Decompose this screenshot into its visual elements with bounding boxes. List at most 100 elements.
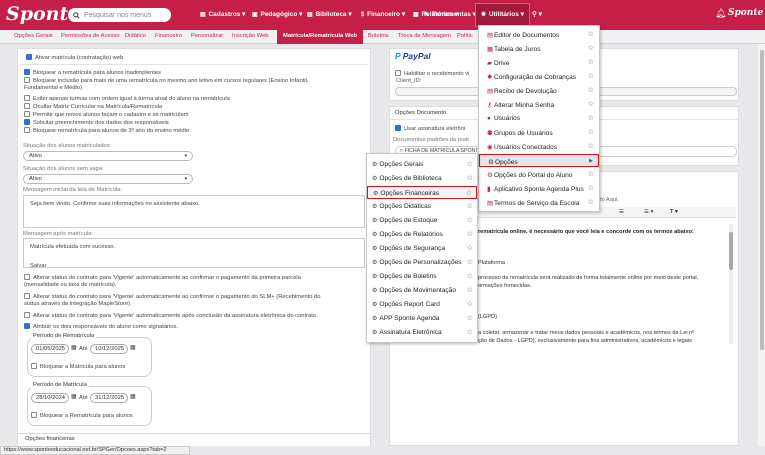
- termos-scroll-thumb[interactable]: [729, 232, 733, 270]
- submenu-opcoes-gerais[interactable]: ⚙ Opções Gerais ☆: [367, 158, 477, 171]
- star-icon[interactable]: ☆: [467, 300, 473, 308]
- submenu-opcoes-estoque[interactable]: ⚙ Opções de Estoque ☆: [367, 214, 477, 227]
- tab-troca-mensagem[interactable]: Troca de Mensagem: [398, 33, 451, 39]
- check-inclusao[interactable]: Bloquear inclusão para mais de uma remat…: [24, 77, 309, 84]
- submenu-opcoes-didaticas[interactable]: ⚙ Opções Didáticas ☆: [367, 200, 477, 213]
- nav-biblioteca[interactable]: ▥ Biblioteca ▾: [307, 10, 352, 18]
- msg-apos-textarea[interactable]: Matrícula efetuada com sucesso. Salvar: [23, 238, 365, 269]
- submenu-opcoes-financeiras[interactable]: ⚙ Opções Financeiras ☆: [367, 186, 477, 199]
- menu-recibo-devolucao[interactable]: ▤Recibo de Devolução ☆: [479, 84, 599, 97]
- check-matriz[interactable]: Ocultar Matriz Curricular na Matrícula/R…: [24, 103, 162, 110]
- rematricula-end-date[interactable]: 10/12/2025: [90, 344, 128, 354]
- tab-financeiro[interactable]: Financeiro: [155, 33, 182, 39]
- menu-portal-aluno[interactable]: ⚙Opções do Portal do Aluno ☆: [479, 168, 599, 181]
- align-icon[interactable]: ☰ ▾: [644, 209, 653, 215]
- star-icon[interactable]: ☆: [467, 286, 473, 294]
- situacao-matriculados-select[interactable]: Ativo ▾: [23, 151, 193, 161]
- menu-alterar-senha[interactable]: ⚷ Alterar Minha Senha ☆: [479, 98, 599, 111]
- nav-financeiro[interactable]: $ Financeiro ▾: [361, 10, 405, 18]
- check-novos-alunos[interactable]: Permitir que novos alunos façam o cadast…: [24, 111, 189, 118]
- check-vigente-assinatura[interactable]: Alterar status do contrato para 'Vigente…: [24, 312, 318, 319]
- submenu-opcoes-boletins[interactable]: ⚙ Opções de Boletins ☆: [367, 270, 477, 283]
- submenu-opcoes-seguranca[interactable]: ⚙ Opções de Segurança ☆: [367, 242, 477, 255]
- submenu-opcoes-report-card[interactable]: ⚙ Opções Report Card ☆: [367, 298, 477, 311]
- search-input[interactable]: Pesquisar nos menus: [84, 12, 151, 19]
- situacao-sem-vaga-select[interactable]: Ativo ▾: [23, 174, 193, 184]
- tab-personalizar[interactable]: Personalizar: [191, 33, 223, 39]
- submenu-opcoes-relatorios[interactable]: ⚙ Opções de Relatórios ☆: [367, 228, 477, 241]
- submenu-assinatura-eletronica[interactable]: ⚙ Assinatura Eletrônica ☆: [367, 326, 477, 339]
- menu-editor-documentos[interactable]: ▤Editor de Documentos ☆: [479, 28, 599, 41]
- nav-cadastros[interactable]: ▤ Cadastros ▾: [200, 10, 245, 18]
- checkbox[interactable]: [26, 54, 32, 60]
- check-turmas[interactable]: Exibir apenas turmas com ordem igual à t…: [24, 95, 230, 102]
- calendar-icon[interactable]: ▦: [130, 345, 135, 351]
- tab-permissoes[interactable]: Permissões de Acesso: [61, 33, 120, 39]
- menu-grupos-usuarios[interactable]: ⚉Grupos de Usuários ☆: [479, 126, 599, 139]
- tab-opcoes-gerais[interactable]: Opções Gerais: [14, 33, 53, 39]
- submenu-opcoes-movimentacao[interactable]: ⚙ Opções de Movimentação ☆: [367, 284, 477, 297]
- list-icon[interactable]: ☰: [619, 209, 624, 215]
- star-icon[interactable]: ☆: [588, 72, 594, 80]
- check-habilitar-paypal[interactable]: Habilitar o recebimento vi: [395, 70, 469, 77]
- matricula-start-date[interactable]: 28/10/2024: [31, 393, 69, 403]
- menu-drive[interactable]: ▰ Drive ☆: [479, 56, 599, 69]
- star-icon[interactable]: ☆: [588, 170, 594, 178]
- star-icon[interactable]: ☆: [467, 272, 473, 280]
- calendar-icon[interactable]: ▦: [130, 394, 135, 400]
- check-signatarios[interactable]: Atribuir os dois responsáveis do aluno c…: [24, 323, 178, 330]
- star-icon[interactable]: ☆: [588, 198, 594, 206]
- star-icon[interactable]: ☆: [588, 114, 594, 122]
- calendar-icon[interactable]: ▦: [71, 394, 76, 400]
- check-bloquear-matricula[interactable]: Bloquear a Matrícula para alunos: [31, 363, 125, 370]
- star-icon[interactable]: ☆: [467, 328, 473, 336]
- nav-pedagogico[interactable]: ▣ Pedagógico ▾: [252, 10, 302, 18]
- menu-search[interactable]: Pesquisar nos menus: [68, 8, 171, 22]
- star-icon[interactable]: ☆: [467, 202, 473, 210]
- menu-opcoes[interactable]: ⚙Opções ▶: [479, 154, 599, 167]
- menu-usuarios[interactable]: ● Usuários ☆: [479, 112, 599, 125]
- star-icon[interactable]: ☆: [466, 189, 472, 197]
- star-icon[interactable]: ☆: [467, 230, 473, 238]
- matricula-end-date[interactable]: 31/12/2025: [90, 393, 128, 403]
- text-format-icon[interactable]: T ▾: [670, 209, 678, 215]
- star-icon[interactable]: ☆: [467, 160, 473, 168]
- check-vigente-slm[interactable]: Alterar status do contrato para 'Vigente…: [24, 293, 320, 300]
- rematricula-start-date[interactable]: 01/05/2025: [31, 344, 69, 354]
- star-icon[interactable]: ☆: [467, 244, 473, 252]
- menu-config-cobrancas[interactable]: ✹ Configuração de Cobranças ☆: [479, 70, 599, 83]
- star-icon[interactable]: ☆: [588, 184, 594, 192]
- tab-inscricao-web[interactable]: Inscrição Web: [232, 33, 269, 39]
- menu-tabela-juros[interactable]: ▦Tabela de Juros ☆: [479, 42, 599, 55]
- star-icon[interactable]: ☆: [467, 216, 473, 224]
- check-vigente-parcela[interactable]: Alterar status do contrato para 'Vigente…: [24, 274, 301, 281]
- check-inadimplentes[interactable]: Bloquear a rematrícula para alunos inadi…: [24, 69, 161, 76]
- ativar-checkbox[interactable]: Ativar matrícula (contratação) web: [26, 54, 123, 61]
- check-assinatura[interactable]: Usar assinatura eletrôni: [395, 125, 465, 132]
- tab-politica[interactable]: Polític: [457, 33, 473, 39]
- bell-icon[interactable]: 🔔︎: [715, 8, 726, 19]
- star-icon[interactable]: ☆: [588, 100, 594, 108]
- calendar-icon[interactable]: ▦: [71, 345, 76, 351]
- star-icon[interactable]: ☆: [588, 30, 594, 38]
- check-responsaveis[interactable]: Solicitar preenchimento dos dados dos re…: [24, 119, 169, 126]
- tab-matricula-web[interactable]: Matrícula/Rematrícula Web: [277, 30, 363, 44]
- msg-inicial-textarea[interactable]: Seja bem vindo. Confirme suas informaçõe…: [23, 195, 365, 228]
- menu-app-agenda[interactable]: ▮ Aplicativo Sponte Agenda Plus ☆: [479, 182, 599, 195]
- nav-ferramentas-item[interactable]: ✎ Ferramentas ▾: [424, 10, 476, 18]
- submenu-app-sponte-agenda[interactable]: ⚙ APP Sponte Agenda ☆: [367, 312, 477, 325]
- star-icon[interactable]: ☆: [467, 174, 473, 182]
- nav-search[interactable]: ⚲ ▾: [532, 10, 542, 18]
- star-icon[interactable]: ☆: [467, 258, 473, 266]
- star-icon[interactable]: ☆: [588, 86, 594, 94]
- menu-usuarios-conectados[interactable]: ◉Usuários Conectados ☆: [479, 140, 599, 153]
- submenu-opcoes-biblioteca[interactable]: ⚙ Opções de Biblioteca ☆: [367, 172, 477, 185]
- check-bloquear-rematricula[interactable]: Bloquear a Rematrícula para alunos: [31, 412, 133, 419]
- nav-utilitarios[interactable]: ✹ Utilitários ▾: [481, 10, 524, 18]
- menu-termos-servico[interactable]: ▤Termos de Serviço da Escola ☆: [479, 196, 599, 209]
- star-icon[interactable]: ☆: [588, 142, 594, 150]
- star-icon[interactable]: ☆: [588, 44, 594, 52]
- check-3ano[interactable]: Bloquear rematrícula para alunos de 3º a…: [24, 127, 189, 134]
- star-icon[interactable]: ☆: [588, 58, 594, 66]
- submenu-opcoes-personalizacoes[interactable]: ⚙ Opções de Personalizações ☆: [367, 256, 477, 269]
